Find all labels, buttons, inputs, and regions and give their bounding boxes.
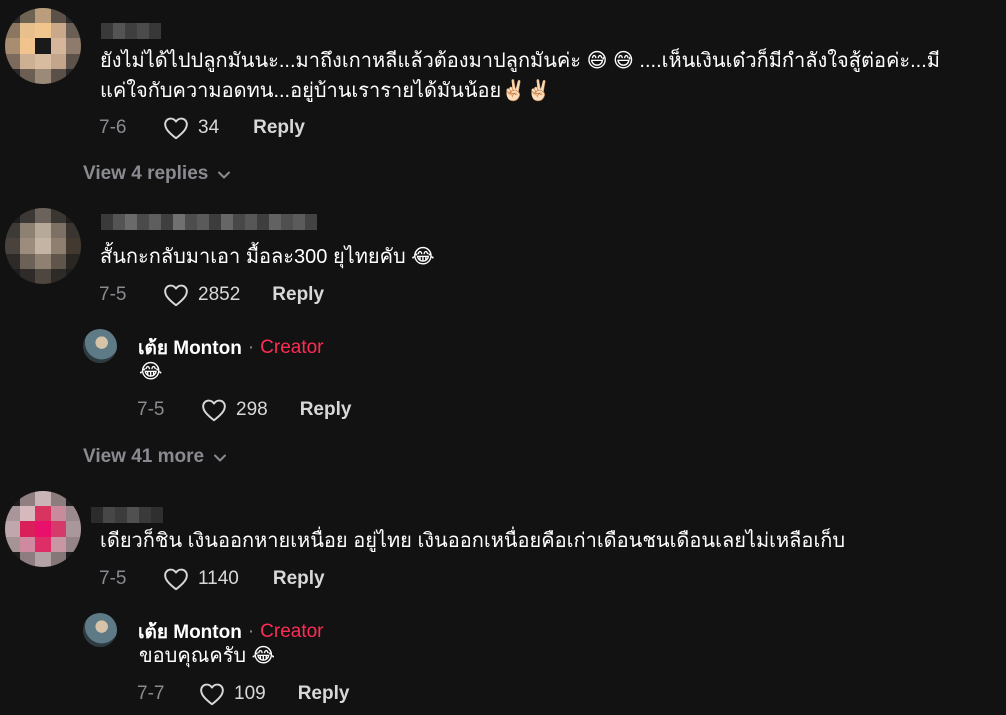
creator-avatar[interactable] [83, 613, 117, 647]
reply-meta: 7-5 298 Reply [137, 396, 351, 424]
like-button[interactable]: 109 [199, 682, 266, 706]
like-count: 1140 [198, 568, 239, 589]
like-button[interactable]: 2852 [163, 283, 240, 307]
reply-button[interactable]: Reply [298, 683, 350, 705]
reply-button[interactable]: Reply [253, 117, 305, 139]
separator-dot: · [247, 621, 255, 642]
like-button[interactable]: 34 [163, 116, 219, 140]
reply-text: 😂 [139, 361, 163, 383]
comment-date: 7-6 [99, 117, 127, 138]
comment-text: ยังไม่ได้ไปปลูกมันนะ...มาถึงเกาหลีแล้วต้… [100, 50, 940, 72]
comments-panel: ยังไม่ได้ไปปลูกมันนะ...มาถึงเกาหลีแล้วต้… [0, 0, 1006, 715]
view-more-button[interactable]: View 41 more [83, 446, 228, 468]
username-blurred[interactable] [91, 507, 163, 523]
reply-button[interactable]: Reply [272, 284, 324, 306]
comment-date: 7-5 [99, 568, 127, 589]
like-button[interactable]: 1140 [163, 567, 239, 591]
heart-outline-icon [164, 568, 188, 591]
heart-outline-icon [200, 683, 224, 706]
avatar[interactable] [5, 8, 81, 84]
creator-badge: Creator [260, 337, 324, 358]
comment-meta: 7-6 34 Reply [99, 114, 305, 142]
like-count: 2852 [198, 284, 241, 305]
reply-date: 7-7 [137, 683, 165, 704]
view-replies-label: View 4 replies [83, 163, 209, 184]
username-blurred[interactable] [101, 214, 317, 230]
comment-date: 7-5 [99, 284, 127, 305]
heart-outline-icon [202, 399, 226, 422]
like-count: 298 [236, 399, 268, 420]
reply-meta: 7-7 109 Reply [137, 680, 349, 708]
creator-avatar[interactable] [83, 329, 117, 363]
chevron-down-icon [214, 454, 227, 462]
view-replies-button[interactable]: View 4 replies [83, 163, 232, 185]
like-count: 34 [198, 117, 220, 138]
heart-outline-icon [164, 284, 188, 307]
reply-text: ขอบคุณครับ 😂 [139, 645, 276, 667]
avatar[interactable] [5, 208, 81, 284]
like-button[interactable]: 298 [201, 398, 268, 422]
comment-text: สั้นกะกลับมาเอา มื้อละ300 ยุไทยคับ 😂 [100, 246, 435, 268]
reply-button[interactable]: Reply [273, 568, 325, 590]
view-more-label: View 41 more [83, 446, 205, 467]
comment-text-line-2: แค่ใจกับความอดทน...อยู่บ้านเรารายได้มันน… [100, 80, 552, 102]
reply-button[interactable]: Reply [300, 399, 352, 421]
comment-meta: 7-5 2852 Reply [99, 281, 324, 309]
like-count: 109 [234, 683, 266, 704]
avatar[interactable] [5, 491, 81, 567]
reply-date: 7-5 [137, 399, 165, 420]
comment-text: เดียวก็ชิน เงินออกหายเหนื่อย อยู่ไทย เงิ… [100, 530, 846, 552]
creator-badge: Creator [260, 621, 324, 642]
comment-meta: 7-5 1140 Reply [99, 565, 325, 593]
chevron-down-icon [218, 171, 231, 179]
heart-outline-icon [164, 117, 188, 140]
separator-dot: · [247, 337, 255, 358]
reply-header: เต้ย Monton · Creator [138, 333, 324, 363]
username-blurred[interactable] [101, 23, 161, 39]
